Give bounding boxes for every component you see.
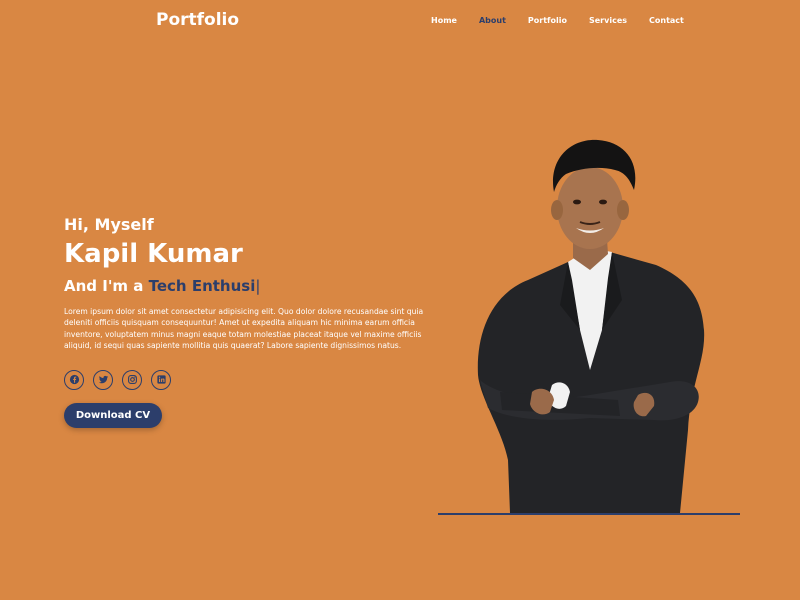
navbar: Portfolio Home About Portfolio Services … [0,0,800,44]
nav-links: Home About Portfolio Services Contact [431,16,684,25]
nav-link-contact[interactable]: Contact [649,16,684,25]
facebook-icon[interactable] [64,369,84,390]
role-prefix: And I'm a [64,277,149,295]
nav-link-home[interactable]: Home [431,16,457,25]
greeting: Hi, Myself [64,215,154,234]
photo-baseline [438,513,740,515]
nav-link-portfolio[interactable]: Portfolio [528,16,567,25]
role-line: And I'm a Tech Enthusi| [64,275,444,297]
twitter-icon[interactable] [93,369,113,390]
nav-link-services[interactable]: Services [589,16,627,25]
logo[interactable]: Portfolio [156,10,239,30]
nav-link-about[interactable]: About [479,16,506,25]
social-links [64,369,444,390]
bio-text: Lorem ipsum dolor sit amet consectetur a… [64,307,424,351]
linkedin-icon[interactable] [151,369,171,390]
download-cv-button[interactable]: Download CV [64,402,162,428]
hero-section: Hi, Myself Kapil Kumar And I'm a Tech En… [64,214,444,428]
profile-photo [440,130,740,515]
instagram-icon[interactable] [122,369,142,390]
typing-cursor: | [255,277,261,295]
hero-name: Kapil Kumar [64,239,243,269]
role-typed: Tech Enthusi [148,277,256,295]
